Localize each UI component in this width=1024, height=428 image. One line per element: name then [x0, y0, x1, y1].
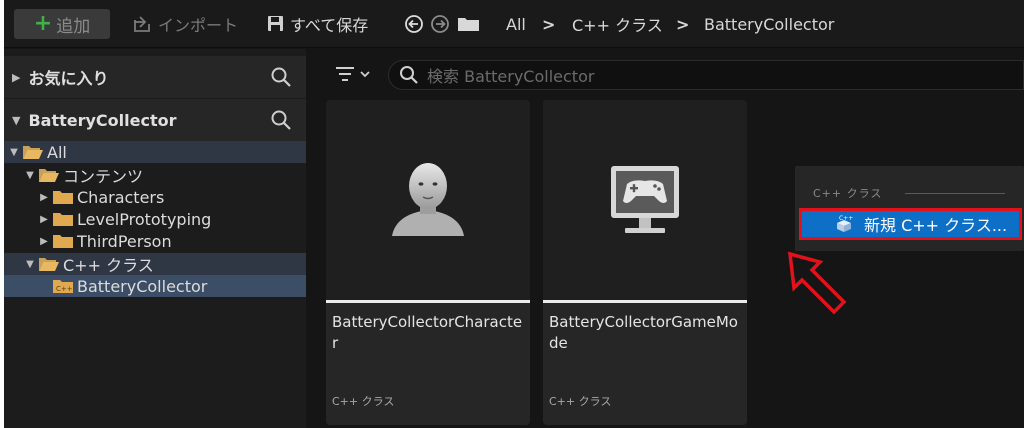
tree-item-label: LevelPrototyping	[77, 209, 212, 229]
favorites-label: お気に入り	[28, 69, 109, 88]
collapsed-arrow-icon[interactable]: ▶	[38, 236, 50, 247]
new-cpp-class-label: 新規 C++ クラス...	[864, 216, 1008, 235]
menu-section-heading: C++ クラス	[813, 187, 883, 200]
import-button-label: インポート	[158, 16, 239, 35]
asset-name: BatteryCollectorCharacter	[332, 313, 523, 352]
breadcrumb-separator[interactable]: >	[542, 0, 555, 48]
project-label: BatteryCollector	[28, 110, 177, 130]
asset-type: C++ クラス	[549, 395, 612, 408]
tree-item-label: C++ クラス	[63, 256, 154, 275]
cpp-folder-icon: C++	[53, 280, 73, 293]
tree-item-thirdperson[interactable]: ▶ ThirdPerson	[4, 230, 306, 252]
expanded-arrow-icon[interactable]: ▼	[12, 114, 20, 127]
breadcrumb-separator[interactable]: >	[676, 0, 689, 48]
asset-color-bar	[543, 300, 747, 303]
tree-item-label: ThirdPerson	[77, 231, 172, 251]
back-arrow-icon	[405, 15, 423, 33]
search-icon[interactable]	[270, 109, 292, 131]
tree-item-label: コンテンツ	[63, 167, 144, 186]
filter-icon[interactable]	[334, 64, 374, 84]
tree-item-characters[interactable]: ▶ Characters	[4, 186, 306, 208]
menu-divider	[905, 193, 1005, 194]
asset-type: C++ クラス	[332, 395, 395, 408]
save-icon	[268, 16, 283, 31]
folder-icon	[53, 191, 73, 204]
tree-item-batterycollector[interactable]: C++ BatteryCollector	[4, 275, 306, 297]
sources-panel: ▶ お気に入り ▼ BatteryCollector ▼ All ▼ コンテンツ…	[4, 49, 306, 428]
cpp-class-icon: C++	[837, 215, 853, 232]
import-button[interactable]: インポート	[132, 0, 238, 48]
breadcrumb-cpp-classes[interactable]: C++ クラス	[572, 0, 663, 48]
collapsed-arrow-icon[interactable]: ▶	[12, 71, 20, 84]
open-folder-icon	[39, 169, 59, 182]
forward-arrow-icon	[431, 15, 449, 33]
search-icon[interactable]	[270, 66, 292, 88]
favorites-header[interactable]: ▶ お気に入り	[4, 56, 306, 98]
svg-text:C++: C++	[56, 285, 73, 293]
new-cpp-class-menu-item[interactable]: C++ 新規 C++ クラス...	[799, 208, 1022, 240]
expanded-arrow-icon[interactable]: ▼	[24, 259, 36, 270]
toolbar: + 追加 インポート すべて保存 All > C++ クラス > Battery…	[4, 0, 1024, 48]
search-placeholder: 検索 BatteryCollector	[427, 67, 595, 86]
tree-item-label: Characters	[77, 187, 165, 207]
tree-item-levelprototyping[interactable]: ▶ LevelPrototyping	[4, 208, 306, 230]
expanded-arrow-icon[interactable]: ▼	[8, 147, 20, 158]
project-header[interactable]: ▼ BatteryCollector	[4, 99, 306, 141]
open-folder-icon	[39, 258, 59, 271]
tree-item-all[interactable]: ▼ All	[4, 141, 306, 163]
tree-item-cpp-classes[interactable]: ▼ C++ クラス	[4, 253, 306, 275]
folder-icon	[53, 213, 73, 226]
asset-card-gamemode[interactable]: BatteryCollectorGameMode C++ クラス	[543, 100, 747, 425]
character-icon	[392, 163, 464, 236]
back-button[interactable]	[404, 0, 424, 48]
search-input[interactable]: 検索 BatteryCollector	[388, 60, 1024, 90]
expanded-arrow-icon[interactable]: ▼	[24, 170, 36, 181]
gamemode-icon	[611, 166, 679, 233]
open-folder-icon	[23, 146, 43, 159]
tree-item-label: All	[47, 142, 67, 162]
tree-item-content[interactable]: ▼ コンテンツ	[4, 164, 306, 186]
red-arrow-annotation	[787, 251, 847, 315]
asset-card-character[interactable]: BatteryCollectorCharacter C++ クラス	[326, 100, 530, 425]
content-browser-window: + 追加 インポート すべて保存 All > C++ クラス > Battery…	[4, 0, 1024, 428]
breadcrumb-batterycollector[interactable]: BatteryCollector	[704, 0, 834, 48]
collapsed-arrow-icon[interactable]: ▶	[38, 214, 50, 225]
folder-icon	[53, 235, 73, 248]
breadcrumb-folder-icon	[457, 0, 481, 48]
breadcrumb-all[interactable]: All	[506, 0, 526, 48]
save-all-label: すべて保存	[290, 16, 369, 35]
asset-thumbnail	[326, 100, 530, 300]
forward-button[interactable]	[430, 0, 450, 48]
search-icon	[400, 66, 418, 84]
tree-item-label: BatteryCollector	[77, 276, 208, 296]
context-menu: C++ クラス C++ 新規 C++ クラス...	[795, 166, 1024, 251]
save-all-button[interactable]: すべて保存	[266, 0, 368, 48]
add-button[interactable]: + 追加	[14, 9, 110, 39]
filter-bar: 検索 BatteryCollector	[326, 56, 1024, 92]
import-icon	[134, 16, 150, 32]
add-button-label: 追加	[56, 16, 91, 37]
svg-text:C++: C++	[839, 215, 853, 222]
asset-thumbnail	[543, 100, 747, 300]
collapsed-arrow-icon[interactable]: ▶	[38, 192, 50, 203]
asset-name: BatteryCollectorGameMode	[549, 313, 738, 352]
plus-icon: +	[33, 11, 53, 36]
asset-color-bar	[326, 300, 530, 303]
